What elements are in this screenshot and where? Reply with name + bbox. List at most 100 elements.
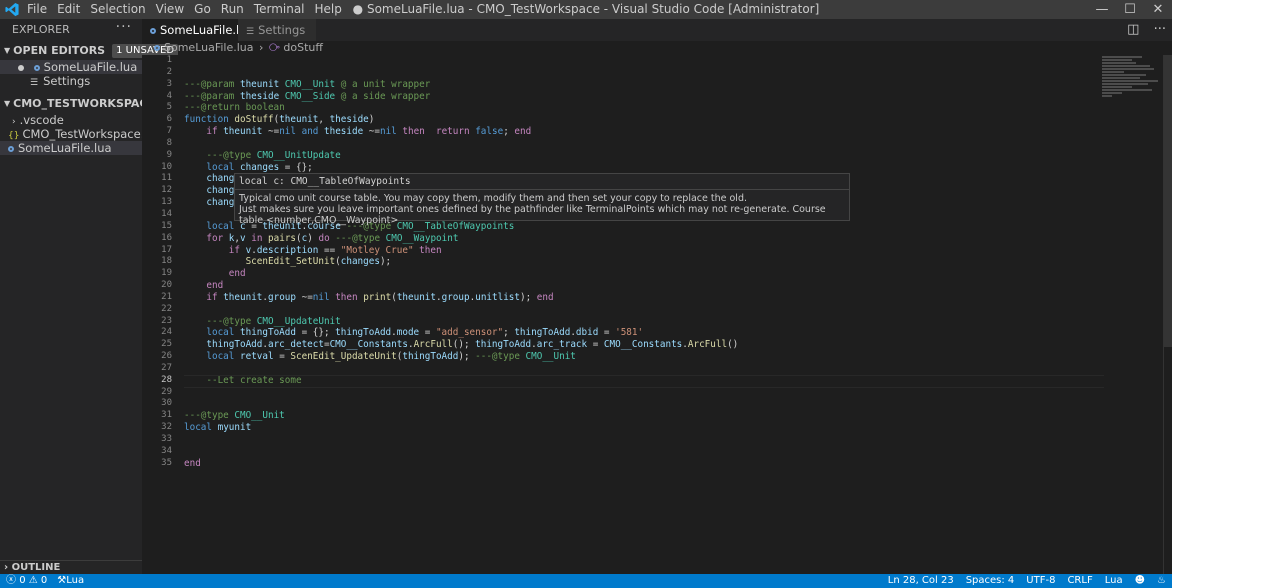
close-icon[interactable]: ✕ [1144, 0, 1172, 19]
menu-terminal[interactable]: Terminal [249, 0, 310, 19]
code-line[interactable]: ---@return boolean [184, 102, 738, 114]
code-line[interactable] [184, 55, 738, 67]
code-line[interactable] [184, 398, 738, 410]
menu-bar: File Edit Selection View Go Run Terminal… [22, 0, 347, 19]
code-line[interactable]: --Let create some [184, 375, 738, 387]
tree-item-label: CMO_TestWorkspace.code-wor... [22, 127, 142, 141]
code-line[interactable] [184, 304, 738, 316]
open-editor-label: SomeLuaFile.lua [43, 60, 138, 74]
code-line[interactable] [184, 67, 738, 79]
code-line[interactable]: if theunit.group ~=nil then print(theuni… [184, 292, 738, 304]
language-mode[interactable]: Lua [1105, 574, 1123, 588]
vscode-logo-icon [5, 2, 19, 17]
warning-count: 0 [40, 575, 48, 586]
code-line[interactable]: function doStuff(theunit, theside) [184, 114, 738, 126]
hover-doc-line: Typical cmo unit course table. You may c… [239, 193, 747, 204]
menu-go[interactable]: Go [189, 0, 216, 19]
code-line[interactable]: for k,v in pairs(c) do ---@type CMO__Way… [184, 233, 738, 245]
settings-list-icon: ☰ [246, 27, 255, 37]
indentation[interactable]: Spaces: 4 [966, 574, 1015, 588]
title-bar: File Edit Selection View Go Run Terminal… [0, 0, 1172, 19]
tree-item-label: SomeLuaFile.lua [18, 141, 112, 155]
chevron-right-icon: › [259, 41, 264, 54]
open-editor-label: Settings [43, 74, 91, 88]
breadcrumb: SomeLuaFile.lua › ⧂ doStuff [142, 41, 1172, 55]
code-line[interactable] [184, 363, 738, 375]
minimap[interactable] [1102, 55, 1162, 115]
code-line[interactable] [184, 387, 738, 399]
unsaved-dot-icon [18, 64, 24, 71]
lua-file-icon [154, 45, 160, 51]
workspace-section[interactable]: ▼ CMO_TESTWORKSPACE [0, 94, 155, 113]
explorer-sidebar: EXPLORER ··· ▼ OPEN EDITORS 1 UNSAVED So… [0, 19, 179, 574]
code-line[interactable]: end [184, 458, 738, 470]
outline-section[interactable]: › OUTLINE [0, 560, 146, 574]
error-icon: ⓧ [6, 575, 16, 586]
menu-help[interactable]: Help [310, 0, 347, 19]
code-line[interactable] [184, 138, 738, 150]
workspace-label: CMO_TESTWORKSPACE [13, 97, 156, 110]
feedback-icon[interactable]: ☻ [1135, 574, 1145, 588]
problems-indicator[interactable]: ⓧ 0 ⚠ 0 [6, 574, 47, 588]
code-line[interactable]: ---@type CMO__UnitUpdate [184, 150, 738, 162]
breadcrumb-symbol[interactable]: doStuff [283, 41, 323, 54]
menu-run[interactable]: Run [216, 0, 249, 19]
code-line[interactable]: ---@type CMO__UpdateUnit [184, 316, 738, 328]
notifications-bell-icon[interactable]: ♨ [1157, 574, 1166, 588]
function-icon: ⧂ [268, 41, 280, 54]
cursor-position[interactable]: Ln 28, Col 23 [888, 574, 954, 588]
error-count: 0 [19, 575, 26, 586]
lua-file-icon [150, 27, 156, 34]
tab-settings[interactable]: ☰ Settings [238, 19, 316, 41]
code-line[interactable]: ---@param theunit CMO__Unit @ a unit wra… [184, 79, 738, 91]
minimize-icon[interactable]: — [1088, 0, 1116, 19]
encoding[interactable]: UTF-8 [1026, 574, 1055, 588]
lua-status-icon: ⚒ [57, 575, 67, 586]
end-of-line[interactable]: CRLF [1067, 574, 1092, 588]
code-line[interactable] [184, 434, 738, 446]
tree-item-vscode-folder[interactable]: › .vscode [0, 113, 142, 127]
more-actions-icon[interactable]: ··· [1154, 22, 1166, 37]
code-text[interactable]: ---@param theunit CMO__Unit @ a unit wra… [184, 55, 738, 470]
code-line[interactable]: ---@type CMO__Unit [184, 410, 738, 422]
code-line[interactable]: end [184, 280, 738, 292]
chevron-right-icon: › [4, 562, 9, 573]
menu-edit[interactable]: Edit [52, 0, 85, 19]
breadcrumb-file[interactable]: SomeLuaFile.lua [164, 41, 254, 54]
more-actions-icon[interactable]: ··· [116, 16, 132, 38]
explorer-header: EXPLORER ··· [0, 19, 142, 41]
open-editor-someluafile[interactable]: SomeLuaFile.lua [0, 60, 142, 74]
json-braces-icon: {} [8, 131, 20, 141]
code-line[interactable]: thingToAdd.arc_detect=CMO__Constants.Arc… [184, 339, 738, 351]
status-bar: ⓧ 0 ⚠ 0 ⚒Lua Ln 28, Col 23 Spaces: 4 UTF… [0, 574, 1172, 588]
code-line[interactable]: local changes = {}; [184, 162, 738, 174]
code-editor[interactable]: 1 2 3 4 5 6 7 8 9 10 11 12 13 14 15 16 17 18 19 20 21 22 23 24 2… [142, 55, 1172, 574]
code-line[interactable]: ScenEdit_SetUnit(changes); [184, 256, 738, 268]
code-line[interactable]: if theunit ~=nil and theside ~=nil then … [184, 126, 738, 138]
hover-documentation: Typical cmo unit course table. You may c… [235, 190, 849, 229]
tab-actions: ◫ ··· [1127, 19, 1166, 41]
code-line[interactable]: local myunit [184, 422, 738, 434]
open-editor-settings[interactable]: ☰ Settings [0, 74, 142, 88]
split-editor-icon[interactable]: ◫ [1127, 22, 1139, 37]
menu-view[interactable]: View [151, 0, 189, 19]
menu-file[interactable]: File [22, 0, 52, 19]
code-line[interactable]: ---@param theside CMO__Side @ a side wra… [184, 91, 738, 103]
code-line[interactable]: if v.description == "Motley Crue" then [184, 245, 738, 257]
code-line[interactable]: end [184, 268, 738, 280]
code-line[interactable]: local retval = ScenEdit_UpdateUnit(thing… [184, 351, 738, 363]
lua-file-icon [8, 145, 14, 152]
tree-item-label: .vscode [19, 113, 64, 127]
chevron-down-icon: ▼ [4, 99, 11, 108]
open-editors-label: OPEN EDITORS [13, 44, 106, 57]
maximize-icon[interactable]: ☐ [1116, 0, 1144, 19]
code-line[interactable] [184, 446, 738, 458]
tree-item-workspace-file[interactable]: {}CMO_TestWorkspace.code-wor... [0, 127, 142, 141]
open-editors-section[interactable]: ▼ OPEN EDITORS 1 UNSAVED [0, 41, 179, 60]
code-line[interactable]: local thingToAdd = {}; thingToAdd.mode =… [184, 327, 738, 339]
lua-status-item[interactable]: ⚒Lua [57, 574, 84, 588]
tab-someluafile[interactable]: SomeLuaFile.lua [142, 19, 272, 41]
tree-item-someluafile[interactable]: SomeLuaFile.lua [0, 141, 142, 155]
vertical-scrollbar[interactable] [1164, 55, 1172, 347]
hover-tooltip: local c: CMO__TableOfWaypoints Typical c… [234, 173, 850, 226]
